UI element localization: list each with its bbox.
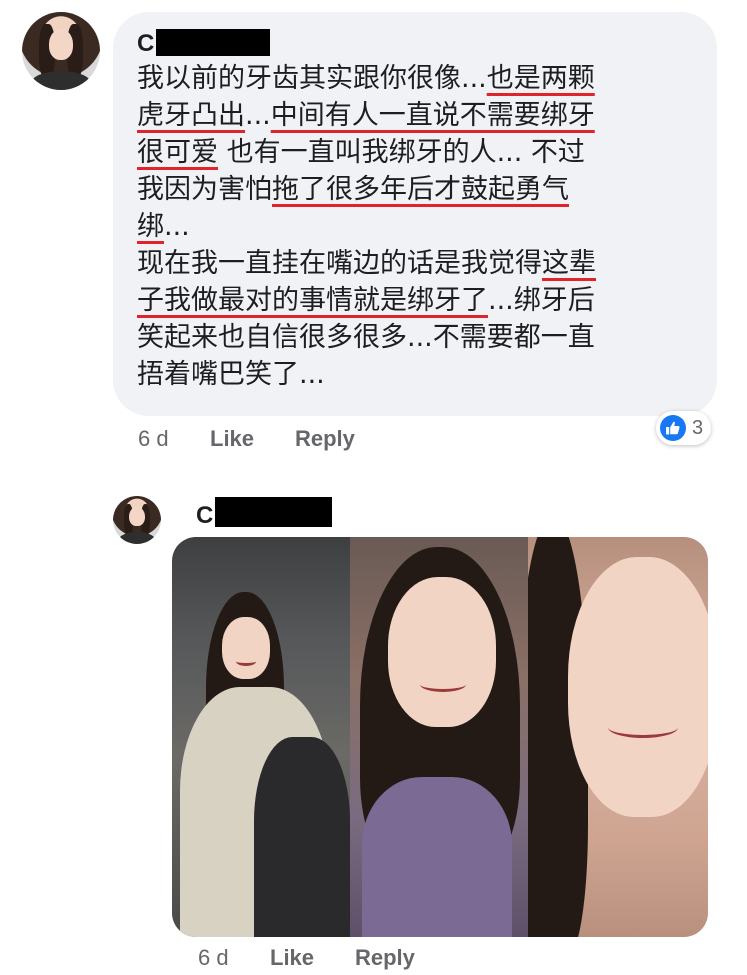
- comment-text-line: 我因为害怕拖了很多年后才鼓起勇气: [137, 171, 707, 208]
- commenter-avatar[interactable]: [113, 496, 161, 544]
- reply-button[interactable]: Reply: [355, 945, 415, 971]
- text-segment: 捂着嘴巴笑了...: [137, 359, 325, 390]
- reaction-count: 3: [692, 416, 704, 439]
- commenter-avatar[interactable]: [22, 12, 100, 90]
- comment-text-line: 虎牙凸出...中间有人一直说不需要绑牙: [137, 97, 707, 134]
- comment-text: 我以前的牙齿其实跟你很像...也是两颗 虎牙凸出...中间有人一直说不需要绑牙 很可…: [137, 60, 707, 393]
- photo-panel-closeup: [528, 537, 708, 937]
- reaction-summary[interactable]: 3: [656, 411, 712, 445]
- redaction-bar: [215, 497, 332, 527]
- like-button[interactable]: Like: [270, 945, 314, 971]
- photo-panel-station: [172, 537, 350, 937]
- comment-author-name[interactable]: C: [137, 30, 154, 58]
- comment-text-line: 现在我一直挂在嘴边的话是我觉得这辈: [137, 245, 707, 282]
- underlined-phrase: 拖了很多年后才鼓起勇气: [272, 174, 569, 205]
- like-button[interactable]: Like: [210, 426, 254, 452]
- comment-text-line: 很可爱 也有一直叫我绑牙的人... 不过: [137, 134, 707, 171]
- comment-timestamp[interactable]: 6 d: [198, 945, 229, 971]
- redaction-bar: [156, 29, 270, 56]
- underlined-phrase: 这辈: [542, 248, 596, 279]
- comment-text-line: 子我做最对的事情就是绑牙了...绑牙后: [137, 282, 707, 319]
- text-segment: ...: [164, 211, 190, 242]
- text-segment: ...绑牙后: [488, 285, 595, 316]
- text-segment: 我因为害怕: [137, 174, 272, 205]
- reply-button[interactable]: Reply: [295, 426, 355, 452]
- attached-photo[interactable]: [172, 537, 708, 937]
- text-segment: 也有一直叫我绑牙的人... 不过: [218, 137, 585, 168]
- underlined-phrase: 也是两颗: [486, 63, 595, 94]
- photo-panel-smile: [350, 537, 528, 937]
- comment-text-line: 我以前的牙齿其实跟你很像...也是两颗: [137, 60, 707, 97]
- comment-text-line: 笑起来也自信很多很多...不需要都一直: [137, 319, 707, 356]
- text-segment: 现在我一直挂在嘴边的话是我觉得: [137, 248, 542, 279]
- underlined-phrase: 子我做最对的事情就是绑牙了: [137, 285, 488, 316]
- thumbs-up-icon: [660, 415, 686, 441]
- underlined-phrase: 很可爱: [137, 137, 218, 168]
- underlined-phrase: 中间有人一直说不需要绑牙: [270, 100, 595, 131]
- text-segment: ...: [245, 100, 271, 131]
- comment-author-name[interactable]: C: [196, 502, 213, 530]
- comment-text-line: 捂着嘴巴笑了...: [137, 356, 707, 393]
- text-segment: 我以前的牙齿其实跟你很像...: [137, 63, 487, 94]
- comment-text-line: 绑...: [137, 208, 707, 245]
- underlined-phrase: 虎牙凸出: [137, 100, 245, 131]
- underlined-phrase: 绑: [137, 211, 164, 242]
- text-segment: 笑起来也自信很多很多...不需要都一直: [137, 322, 595, 353]
- comment-timestamp[interactable]: 6 d: [138, 426, 169, 452]
